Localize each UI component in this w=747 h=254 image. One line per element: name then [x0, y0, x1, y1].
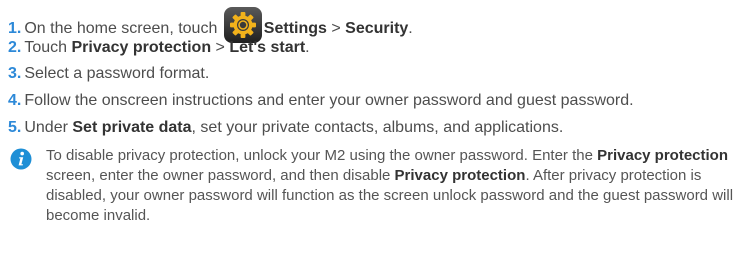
step-end: .	[408, 20, 413, 37]
security-label: Security	[345, 20, 409, 37]
note-text: To disable privacy protection, unlock yo…	[46, 146, 741, 226]
path-separator: >	[211, 39, 230, 56]
step-number: 1.	[8, 20, 22, 37]
step-5: 5. Under Set private data, set your priva…	[8, 118, 563, 138]
step-number: 4.	[8, 92, 22, 109]
step-text: Select a password format.	[24, 65, 210, 82]
path-separator: >	[326, 20, 346, 37]
step-number: 2.	[8, 39, 22, 56]
step-text: Touch	[24, 39, 72, 56]
step-4: 4. Follow the onscreen instructions and e…	[8, 91, 634, 111]
step-number: 5.	[8, 119, 22, 136]
set-private-data-label: Set private data	[72, 119, 192, 136]
step-text-tail: , set your private contacts, albums, and…	[191, 119, 564, 136]
privacy-protection-label: Privacy protection	[394, 167, 526, 184]
privacy-protection-label: Privacy protection	[597, 147, 729, 164]
note-text-part: To disable privacy protection, unlock yo…	[46, 147, 598, 164]
step-text: Follow the onscreen instructions and ent…	[24, 92, 634, 109]
info-icon	[10, 148, 32, 170]
step-number: 3.	[8, 65, 22, 82]
step-end: .	[305, 39, 310, 56]
step-text: On the home screen, touch	[24, 20, 218, 37]
step-2: 2. Touch Privacy protection > Let's start…	[8, 38, 310, 58]
note-text-part: screen, enter the owner password, and th…	[46, 167, 395, 184]
privacy-protection-label: Privacy protection	[71, 39, 212, 56]
lets-start-label: Let's start	[229, 39, 306, 56]
settings-label: Settings	[263, 20, 327, 37]
step-3: 3. Select a password format.	[8, 64, 209, 84]
step-text: Under	[24, 119, 73, 136]
